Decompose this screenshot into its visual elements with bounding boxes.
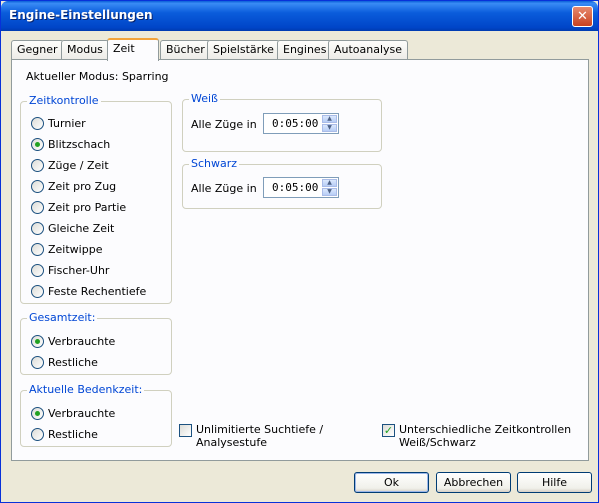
weiss-time-label: Alle Züge in: [191, 118, 257, 131]
radio-label: Zeit pro Partie: [48, 200, 127, 214]
checkmark-icon: ✓: [383, 424, 394, 437]
radio-button[interactable]: [31, 116, 44, 130]
radio-button[interactable]: [31, 427, 44, 441]
radio-bedenkzeit-verbrauchte[interactable]: Verbrauchte: [31, 405, 115, 421]
schwarz-spin-buttons: ▲ ▼: [322, 179, 337, 196]
title-bar[interactable]: Engine-Einstellungen ✕: [1, 1, 598, 31]
radio-label: Restliche: [48, 427, 98, 441]
tab-modus[interactable]: Modus: [61, 40, 109, 60]
radio-zeitwippe[interactable]: Zeitwippe: [31, 241, 102, 257]
radio-button-selected[interactable]: [31, 137, 44, 151]
radio-button[interactable]: [31, 158, 44, 172]
spin-down-arrow-icon[interactable]: ▼: [322, 124, 337, 132]
radio-label: Gleiche Zeit: [48, 221, 115, 235]
spin-up-arrow-icon[interactable]: ▲: [322, 115, 337, 123]
window-title: Engine-Einstellungen: [9, 8, 153, 22]
radio-label: Zeit pro Zug: [48, 179, 117, 193]
radio-label: Restliche: [48, 355, 98, 369]
radio-label: Verbrauchte: [48, 334, 116, 348]
radio-label: Zeitwippe: [48, 242, 103, 256]
radio-button[interactable]: [31, 355, 44, 369]
schwarz-group: Schwarz Alle Züge in 0:05:00 ▲ ▼: [182, 157, 382, 209]
radio-button[interactable]: [31, 263, 44, 277]
schwarz-time-spinner[interactable]: 0:05:00 ▲ ▼: [263, 177, 339, 198]
radio-label: Blitzschach: [48, 137, 111, 151]
different-time-controls-label-line2: Weiß/Schwarz: [399, 436, 476, 449]
weiss-time-value[interactable]: 0:05:00: [272, 117, 318, 130]
unlimited-depth-label-line2: Analysestufe: [196, 436, 267, 449]
radio-fischer-uhr[interactable]: Fischer-Uhr: [31, 262, 109, 278]
radio-button[interactable]: [31, 242, 44, 256]
ok-button[interactable]: Ok: [354, 472, 429, 493]
schwarz-time-label: Alle Züge in: [191, 182, 257, 195]
schwarz-time-value[interactable]: 0:05:00: [272, 181, 318, 194]
unlimited-depth-label-line1: Unlimitierte Suchtiefe /: [196, 423, 324, 436]
dialog-window: Engine-Einstellungen ✕ Gegner Modus Zeit…: [0, 0, 599, 503]
bedenkzeit-group: Aktuelle Bedenkzeit: Verbrauchte Restlic…: [20, 383, 172, 447]
radio-button[interactable]: [31, 284, 44, 298]
radio-button[interactable]: [31, 179, 44, 193]
tab-engines[interactable]: Engines: [277, 40, 333, 60]
radio-label: Turnier: [48, 116, 86, 130]
tab-spielstaerke[interactable]: Spielstärke: [207, 40, 280, 60]
current-mode-label: Aktueller Modus: Sparring: [26, 70, 169, 83]
radio-blitzschach[interactable]: Blitzschach: [31, 136, 110, 152]
schwarz-legend: Schwarz: [189, 157, 240, 170]
radio-label: Züge / Zeit: [48, 158, 109, 172]
radio-gesamtzeit-verbrauchte[interactable]: Verbrauchte: [31, 333, 115, 349]
different-time-controls-label: Unterschiedliche Zeitkontrollen Weiß/Sch…: [399, 423, 571, 449]
zeitkontrolle-group: Zeitkontrolle Turnier Blitzschach Züge /…: [20, 94, 172, 304]
radio-gleiche-zeit[interactable]: Gleiche Zeit: [31, 220, 114, 236]
radio-label: Feste Rechentiefe: [48, 284, 147, 298]
different-time-controls-checkbox[interactable]: ✓: [382, 424, 395, 437]
tab-buecher[interactable]: Bücher: [160, 40, 211, 60]
spin-up-arrow-icon[interactable]: ▲: [322, 179, 337, 187]
radio-turnier[interactable]: Turnier: [31, 115, 86, 131]
spin-down-arrow-icon[interactable]: ▼: [322, 188, 337, 196]
zeitkontrolle-legend: Zeitkontrolle: [27, 94, 101, 107]
radio-zeit-pro-zug[interactable]: Zeit pro Zug: [31, 178, 116, 194]
radio-button-selected[interactable]: [31, 334, 44, 348]
radio-button[interactable]: [31, 221, 44, 235]
gesamtzeit-legend: Gesamtzeit:: [27, 311, 98, 324]
weiss-spin-buttons: ▲ ▼: [322, 115, 337, 132]
tab-autoanalyse[interactable]: Autoanalyse: [328, 40, 409, 60]
tab-panel-zeit: Aktueller Modus: Sparring Zeitkontrolle …: [11, 59, 589, 461]
radio-label: Fischer-Uhr: [48, 263, 110, 277]
bedenkzeit-legend: Aktuelle Bedenkzeit:: [27, 383, 145, 396]
help-button[interactable]: Hilfe: [517, 472, 592, 493]
weiss-legend: Weiß: [189, 92, 220, 105]
tab-zeit[interactable]: Zeit: [107, 38, 159, 61]
different-time-controls-label-line1: Unterschiedliche Zeitkontrollen: [399, 423, 572, 436]
weiss-time-spinner[interactable]: 0:05:00 ▲ ▼: [263, 113, 339, 134]
cancel-button[interactable]: Abbrechen: [436, 472, 511, 493]
unlimited-depth-label: Unlimitierte Suchtiefe / Analysestufe: [196, 423, 323, 449]
unlimited-depth-checkbox[interactable]: [179, 424, 192, 437]
tab-gegner[interactable]: Gegner: [11, 40, 64, 60]
close-button[interactable]: ✕: [572, 6, 593, 27]
radio-zuege-zeit[interactable]: Züge / Zeit: [31, 157, 109, 173]
radio-gesamtzeit-restliche[interactable]: Restliche: [31, 354, 98, 370]
radio-bedenkzeit-restliche[interactable]: Restliche: [31, 426, 98, 442]
radio-zeit-pro-partie[interactable]: Zeit pro Partie: [31, 199, 126, 215]
different-time-controls-checkbox-row[interactable]: ✓ Unterschiedliche Zeitkontrollen Weiß/S…: [382, 423, 571, 449]
gesamtzeit-group: Gesamtzeit: Verbrauchte Restliche: [20, 311, 172, 375]
radio-feste-rechentiefe[interactable]: Feste Rechentiefe: [31, 283, 146, 299]
radio-button-selected[interactable]: [31, 406, 44, 420]
radio-label: Verbrauchte: [48, 406, 116, 420]
weiss-group: Weiß Alle Züge in 0:05:00 ▲ ▼: [182, 92, 382, 152]
radio-button[interactable]: [31, 200, 44, 214]
unlimited-depth-checkbox-row[interactable]: Unlimitierte Suchtiefe / Analysestufe: [179, 423, 323, 449]
